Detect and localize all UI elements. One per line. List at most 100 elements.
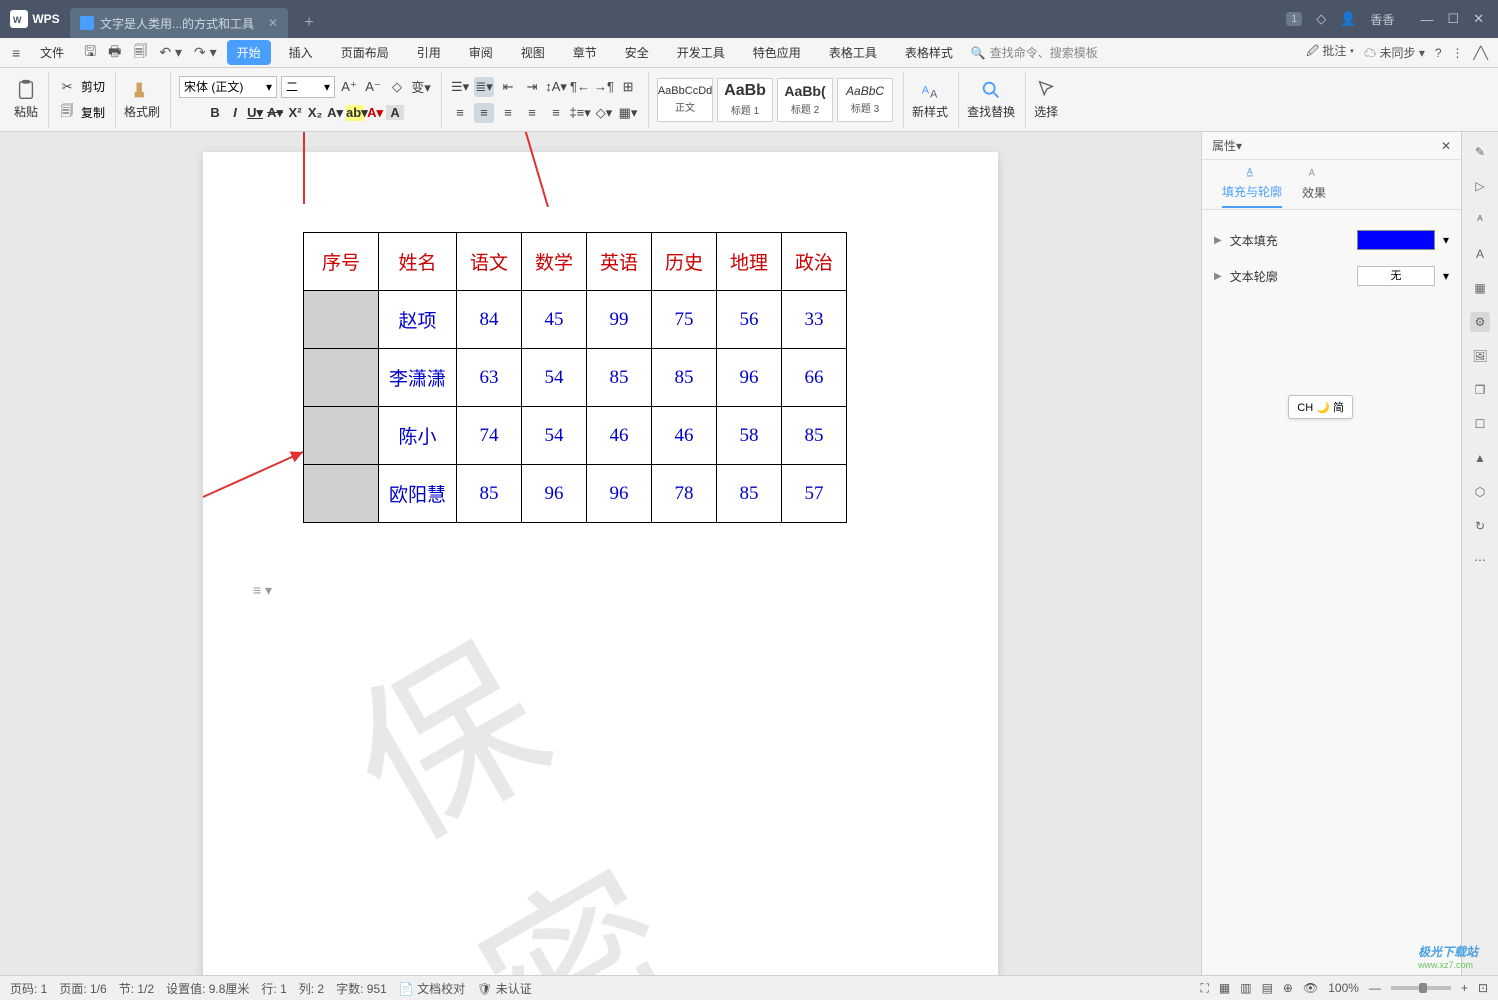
cell[interactable]: 74 (457, 407, 522, 465)
document-canvas[interactable]: 保密 序号 姓名 语文 数学 英语 历史 地理 政治 赵项 84 45 (0, 132, 1201, 975)
text-outline-row[interactable]: ▶ 文本轮廓 无 ▾ (1214, 258, 1449, 294)
th-math[interactable]: 数学 (522, 233, 587, 291)
menu-insert[interactable]: 插入 (279, 40, 323, 65)
cell-empty[interactable] (304, 407, 379, 465)
dropdown-icon[interactable]: ▾ (1443, 269, 1449, 283)
subscript-button[interactable]: X₂ (306, 105, 324, 120)
more-icon[interactable]: ⋮ (1452, 46, 1464, 60)
minimize-icon[interactable]: — (1420, 12, 1433, 27)
cell[interactable]: 66 (782, 349, 847, 407)
tab-fill-outline[interactable]: A 填充与轮廓 (1222, 161, 1282, 208)
zoom-level[interactable]: 100% (1328, 981, 1359, 995)
bold-button[interactable]: B (206, 105, 224, 120)
ime-indicator[interactable]: CH 🌙 简 (1288, 395, 1353, 419)
italic-button[interactable]: I (226, 105, 244, 120)
tab-close-icon[interactable]: ✕ (268, 16, 278, 30)
status-page[interactable]: 页面: 1/6 (59, 980, 106, 997)
menu-home[interactable]: 开始 (227, 40, 271, 65)
cell-name[interactable]: 欧阳慧 (379, 465, 457, 523)
close-icon[interactable]: ✕ (1473, 11, 1484, 27)
menu-tabletools[interactable]: 表格工具 (819, 40, 887, 65)
cell[interactable]: 46 (652, 407, 717, 465)
cell[interactable]: 85 (717, 465, 782, 523)
cell-empty[interactable] (304, 349, 379, 407)
decrease-indent-icon[interactable]: ⇤ (498, 77, 518, 97)
superscript-button[interactable]: X² (286, 105, 304, 120)
text-effects-button[interactable]: A▾ (326, 105, 344, 121)
hamburger-icon[interactable]: ≡ (10, 43, 22, 63)
th-geography[interactable]: 地理 (717, 233, 782, 291)
status-proof[interactable]: 📄 文档校对 (399, 980, 465, 997)
menu-features[interactable]: 特色应用 (743, 40, 811, 65)
data-table[interactable]: 序号 姓名 语文 数学 英语 历史 地理 政治 赵项 84 45 99 75 5… (303, 232, 847, 523)
shield-icon[interactable]: ⬡ (1470, 482, 1490, 502)
cell[interactable]: 99 (587, 291, 652, 349)
cell[interactable]: 78 (652, 465, 717, 523)
annotate-button[interactable]: 🖉 批注 ▾ (1306, 42, 1354, 63)
text-fill-row[interactable]: ▶ 文本填充 ▾ (1214, 222, 1449, 258)
fit-icon[interactable]: ⊡ (1478, 981, 1488, 995)
cell[interactable]: 96 (717, 349, 782, 407)
notification-badge[interactable]: 1 (1286, 12, 1302, 26)
layout-icon[interactable]: ▦ (1470, 278, 1490, 298)
view-outline-icon[interactable]: ▤ (1262, 981, 1273, 995)
outline-select[interactable]: 无 (1357, 266, 1435, 286)
cell-name[interactable]: 陈小 (379, 407, 457, 465)
underline-button[interactable]: U▾ (246, 105, 264, 121)
menu-security[interactable]: 安全 (615, 40, 659, 65)
font-icon[interactable]: A (1470, 244, 1490, 264)
fill-color-swatch[interactable] (1357, 230, 1435, 250)
cursor-icon[interactable]: ▷ (1470, 176, 1490, 196)
cell[interactable]: 75 (652, 291, 717, 349)
paste-button[interactable]: 粘贴 (14, 79, 38, 120)
align-justify-icon[interactable]: ≡ (522, 103, 542, 123)
image-icon[interactable]: 🖼 (1470, 346, 1490, 366)
fullscreen-icon[interactable]: ⛶ (1200, 981, 1208, 996)
style-heading3[interactable]: AaBbC标题 3 (837, 78, 893, 122)
border-icon[interactable]: ⊞ (618, 77, 638, 97)
strike-button[interactable]: A▾ (266, 105, 284, 121)
history-icon[interactable]: ↻ (1470, 516, 1490, 536)
settings-icon[interactable]: ⚙ (1470, 312, 1490, 332)
cell-empty[interactable] (304, 465, 379, 523)
menu-file[interactable]: 文件 (30, 40, 74, 65)
cell[interactable]: 96 (522, 465, 587, 523)
menu-references[interactable]: 引用 (407, 40, 451, 65)
zoom-slider[interactable] (1391, 986, 1451, 990)
expand-icon[interactable]: ▶ (1214, 235, 1222, 246)
menu-review[interactable]: 审阅 (459, 40, 503, 65)
menu-section[interactable]: 章节 (563, 40, 607, 65)
eye-icon[interactable]: 👁 (1303, 981, 1318, 995)
panel-close-icon[interactable]: ✕ (1441, 139, 1451, 153)
help-icon[interactable]: ? (1435, 46, 1442, 60)
cell[interactable]: 85 (457, 465, 522, 523)
save-icon[interactable]: 🖫 (82, 39, 98, 67)
pencil-icon[interactable]: ✎ (1470, 142, 1490, 162)
phonetic-icon[interactable]: 变▾ (411, 77, 431, 97)
status-page-no[interactable]: 页码: 1 (10, 980, 47, 997)
shading-icon[interactable]: ◇▾ (594, 103, 614, 123)
th-history[interactable]: 历史 (652, 233, 717, 291)
status-section[interactable]: 节: 1/2 (119, 980, 154, 997)
wps-logo[interactable]: W WPS (0, 0, 70, 38)
cell[interactable]: 33 (782, 291, 847, 349)
font-name-select[interactable]: 宋体 (正文)▾ (179, 76, 277, 98)
menu-view[interactable]: 视图 (511, 40, 555, 65)
undo-icon[interactable]: ↶ ▾ (157, 42, 184, 63)
picture-icon[interactable]: ▲ (1470, 448, 1490, 468)
view-print-icon[interactable]: ▦ (1219, 981, 1230, 995)
align-right-icon[interactable]: ≡ (498, 103, 518, 123)
user-icon[interactable]: 👤 (1340, 11, 1356, 27)
status-cert[interactable]: 🛡 未认证 (477, 980, 532, 997)
skin-icon[interactable]: ◇ (1316, 11, 1326, 27)
highlight-button[interactable]: ab▾ (346, 105, 364, 121)
expand-icon[interactable]: ▶ (1214, 271, 1222, 282)
font-size-select[interactable]: 二▾ (281, 76, 335, 98)
increase-indent-icon[interactable]: ⇥ (522, 77, 542, 97)
maximize-icon[interactable]: ☐ (1447, 11, 1459, 27)
menu-tablestyle[interactable]: 表格样式 (895, 40, 963, 65)
print-preview-icon[interactable]: 🖶 (106, 39, 123, 67)
cell[interactable]: 56 (717, 291, 782, 349)
sync-button[interactable]: ☁ 未同步 ▾ (1364, 44, 1425, 61)
rtl-icon[interactable]: →¶ (594, 77, 614, 97)
